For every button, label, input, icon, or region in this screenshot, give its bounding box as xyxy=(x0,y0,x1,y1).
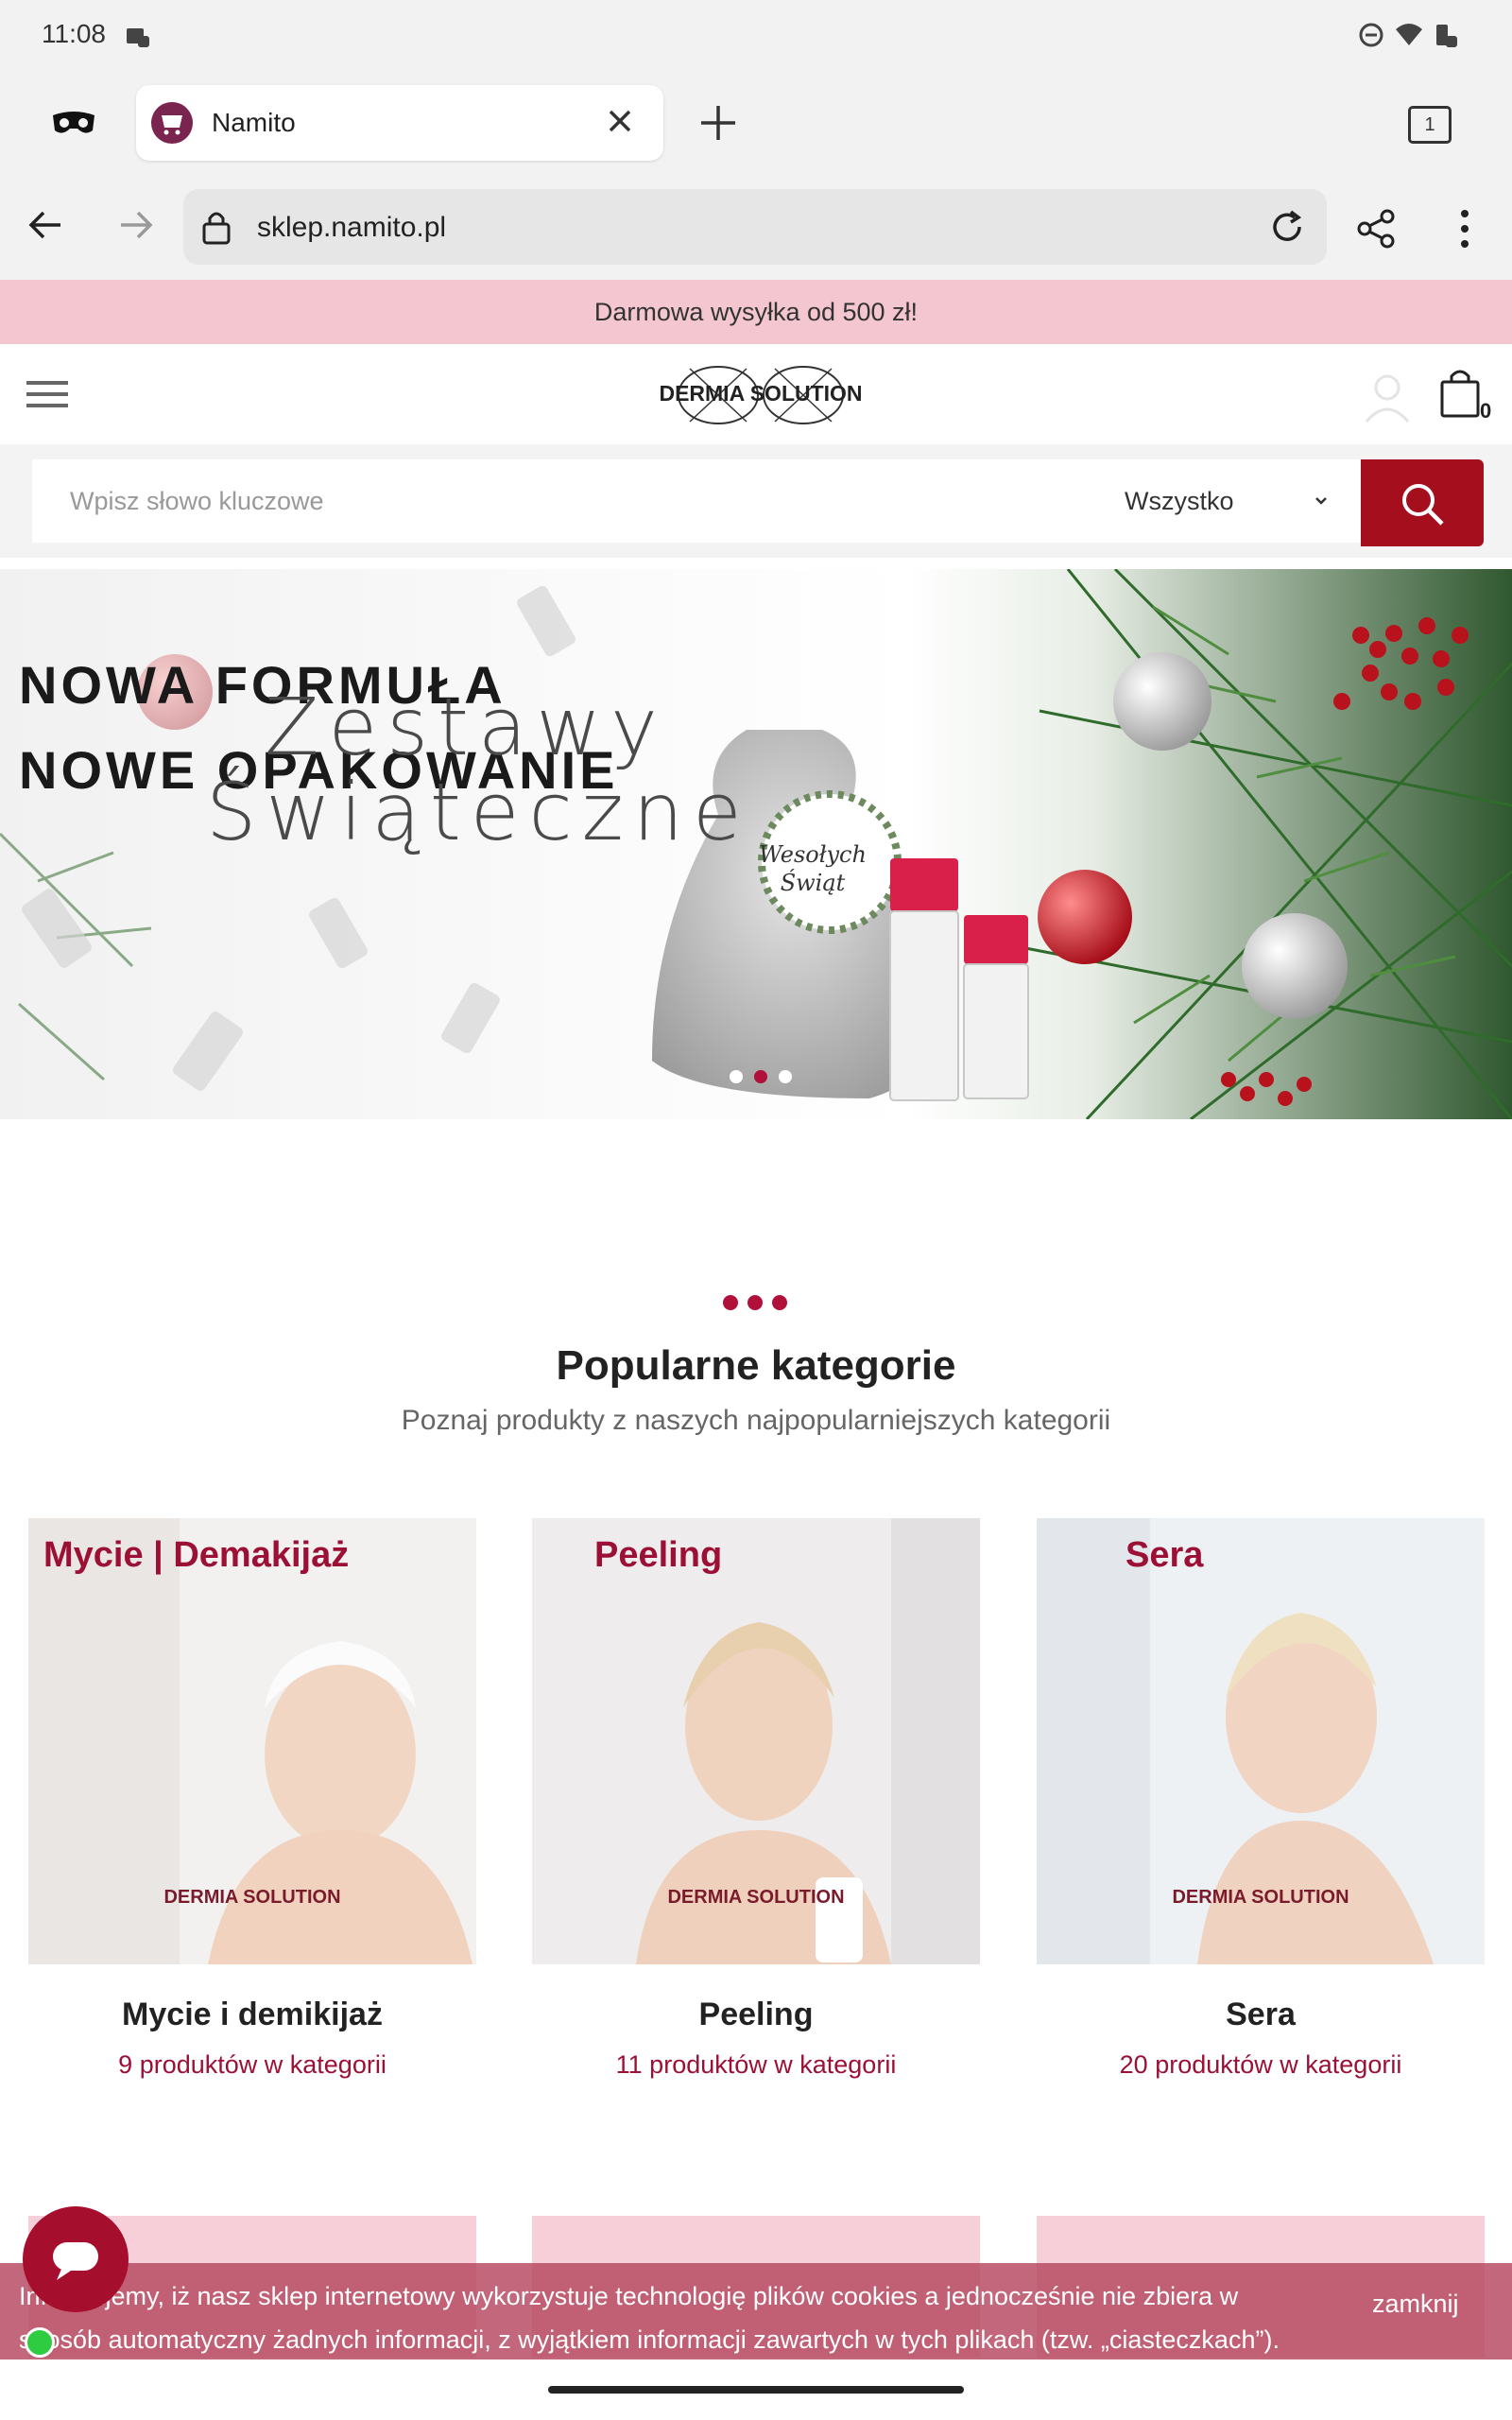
hamburger-menu-icon[interactable] xyxy=(26,378,70,410)
category-image[interactable]: Sera DERMIA SOLUTION xyxy=(1037,1518,1485,1964)
back-arrow-icon[interactable] xyxy=(23,202,68,248)
cart-count: 0 xyxy=(1480,399,1492,423)
brand-watermark: DERMIA SOLUTION xyxy=(163,1887,341,1908)
brand-watermark: DERMIA SOLUTION xyxy=(1172,1887,1349,1908)
close-tab-icon[interactable] xyxy=(601,102,639,140)
site-header: DERMIA SOLUTION 0 xyxy=(0,344,1512,444)
carousel-indicators xyxy=(724,1070,798,1088)
shopping-bag-icon[interactable] xyxy=(1436,367,1484,420)
browser-tab[interactable]: Namito xyxy=(136,85,663,161)
promo-banner: Darmowa wysyłka od 500 zł! xyxy=(0,280,1512,344)
online-status-dot xyxy=(25,2327,55,2358)
tab-title: Namito xyxy=(212,108,296,137)
share-icon[interactable] xyxy=(1353,206,1399,251)
search-input[interactable] xyxy=(32,459,1072,543)
category-count: 11 produktów w kategorii xyxy=(615,2050,897,2079)
dermia-logo-icon: DERMIA SOLUTION xyxy=(659,366,863,424)
gesture-nav-handle[interactable] xyxy=(548,2386,964,2394)
search-icon xyxy=(1402,484,1444,526)
cookie-notice: Informujemy, iż nasz sklep internetowy w… xyxy=(0,2263,1512,2360)
category-card[interactable]: Mycie | Demakijaż DERMIA SOLUTION Mycie … xyxy=(28,1518,476,2080)
search-box: Wszystko xyxy=(32,459,1361,543)
category-tag: Mycie | Demakijaż xyxy=(43,1535,350,1575)
category-card[interactable]: Peeling DERMIA SOLUTION Peeling 11 produ… xyxy=(532,1518,980,2080)
category-name[interactable]: Peeling xyxy=(532,1996,980,2033)
popular-subtitle: Poznaj produkty z naszych najpopularniej… xyxy=(401,1405,1111,1436)
wifi-icon xyxy=(1396,24,1422,45)
status-time: 11:08 xyxy=(42,19,106,48)
site-logo[interactable]: DERMIA SOLUTION xyxy=(652,355,869,435)
cookie-text: Informujemy, iż nasz sklep internetowy w… xyxy=(19,2282,1280,2354)
hero-script-1: Zestawy xyxy=(265,681,667,773)
forward-arrow-icon[interactable] xyxy=(113,202,159,248)
namito-favicon xyxy=(151,102,193,144)
search-button[interactable] xyxy=(1361,459,1484,546)
category-tag: Peeling xyxy=(594,1535,723,1575)
user-account-icon[interactable] xyxy=(1361,369,1414,425)
svg-text:Wesołych: Wesołych xyxy=(759,841,867,868)
url-text: sklep.namito.pl xyxy=(257,212,447,243)
svg-text:DERMIA SOLUTION: DERMIA SOLUTION xyxy=(659,381,862,406)
briefcase-icon xyxy=(127,28,149,47)
carousel-dot[interactable] xyxy=(730,1070,743,1083)
category-name[interactable]: Sera xyxy=(1037,1996,1485,2033)
cookie-close-button[interactable]: zamknij xyxy=(1372,2290,1459,2319)
address-bar[interactable]: sklep.namito.pl xyxy=(183,189,1327,265)
chat-bubble-icon xyxy=(53,2242,98,2280)
popular-title: Popularne kategorie xyxy=(556,1342,956,1389)
battery-icon xyxy=(1436,25,1457,47)
svg-text:Świąt: Świąt xyxy=(781,869,846,896)
more-menu-icon[interactable] xyxy=(1452,206,1478,251)
lock-icon[interactable] xyxy=(200,208,232,246)
address-bar-row: sklep.namito.pl xyxy=(0,174,1512,280)
hero-script-2: Świąteczne xyxy=(206,766,751,858)
search-section: Wszystko xyxy=(0,444,1512,558)
category-tag: Sera xyxy=(1125,1535,1204,1575)
brand-watermark: DERMIA SOLUTION xyxy=(667,1887,845,1908)
tab-switcher-button[interactable]: 1 xyxy=(1408,106,1452,144)
carousel-dot-active[interactable] xyxy=(754,1070,767,1083)
carousel-dot[interactable] xyxy=(779,1070,792,1083)
category-count: 20 produktów w kategorii xyxy=(1119,2050,1402,2079)
category-select[interactable]: Wszystko xyxy=(1125,459,1234,543)
category-image[interactable]: Peeling DERMIA SOLUTION xyxy=(532,1518,980,1964)
category-name[interactable]: Mycie i demikijaż xyxy=(28,1996,476,2033)
new-tab-icon[interactable] xyxy=(697,102,739,144)
section-divider-dots xyxy=(718,1295,792,1315)
status-bar: 11:08 xyxy=(0,0,1512,72)
category-count: 9 produktów w kategorii xyxy=(118,2050,387,2079)
tab-strip: Namito 1 xyxy=(0,72,1512,174)
reload-icon[interactable] xyxy=(1266,206,1308,248)
do-not-disturb-icon xyxy=(1359,23,1383,47)
chat-button[interactable] xyxy=(23,2206,129,2312)
category-card[interactable]: Sera DERMIA SOLUTION Sera 20 produktów w… xyxy=(1037,1518,1485,2080)
category-image[interactable]: Mycie | Demakijaż DERMIA SOLUTION xyxy=(28,1518,476,1964)
chevron-down-icon[interactable] xyxy=(1312,492,1331,510)
hero-banner[interactable]: Wesołych Świąt NOWA FORMUŁA NOWE OPAKOWA… xyxy=(0,569,1512,1119)
incognito-icon[interactable] xyxy=(49,104,98,142)
